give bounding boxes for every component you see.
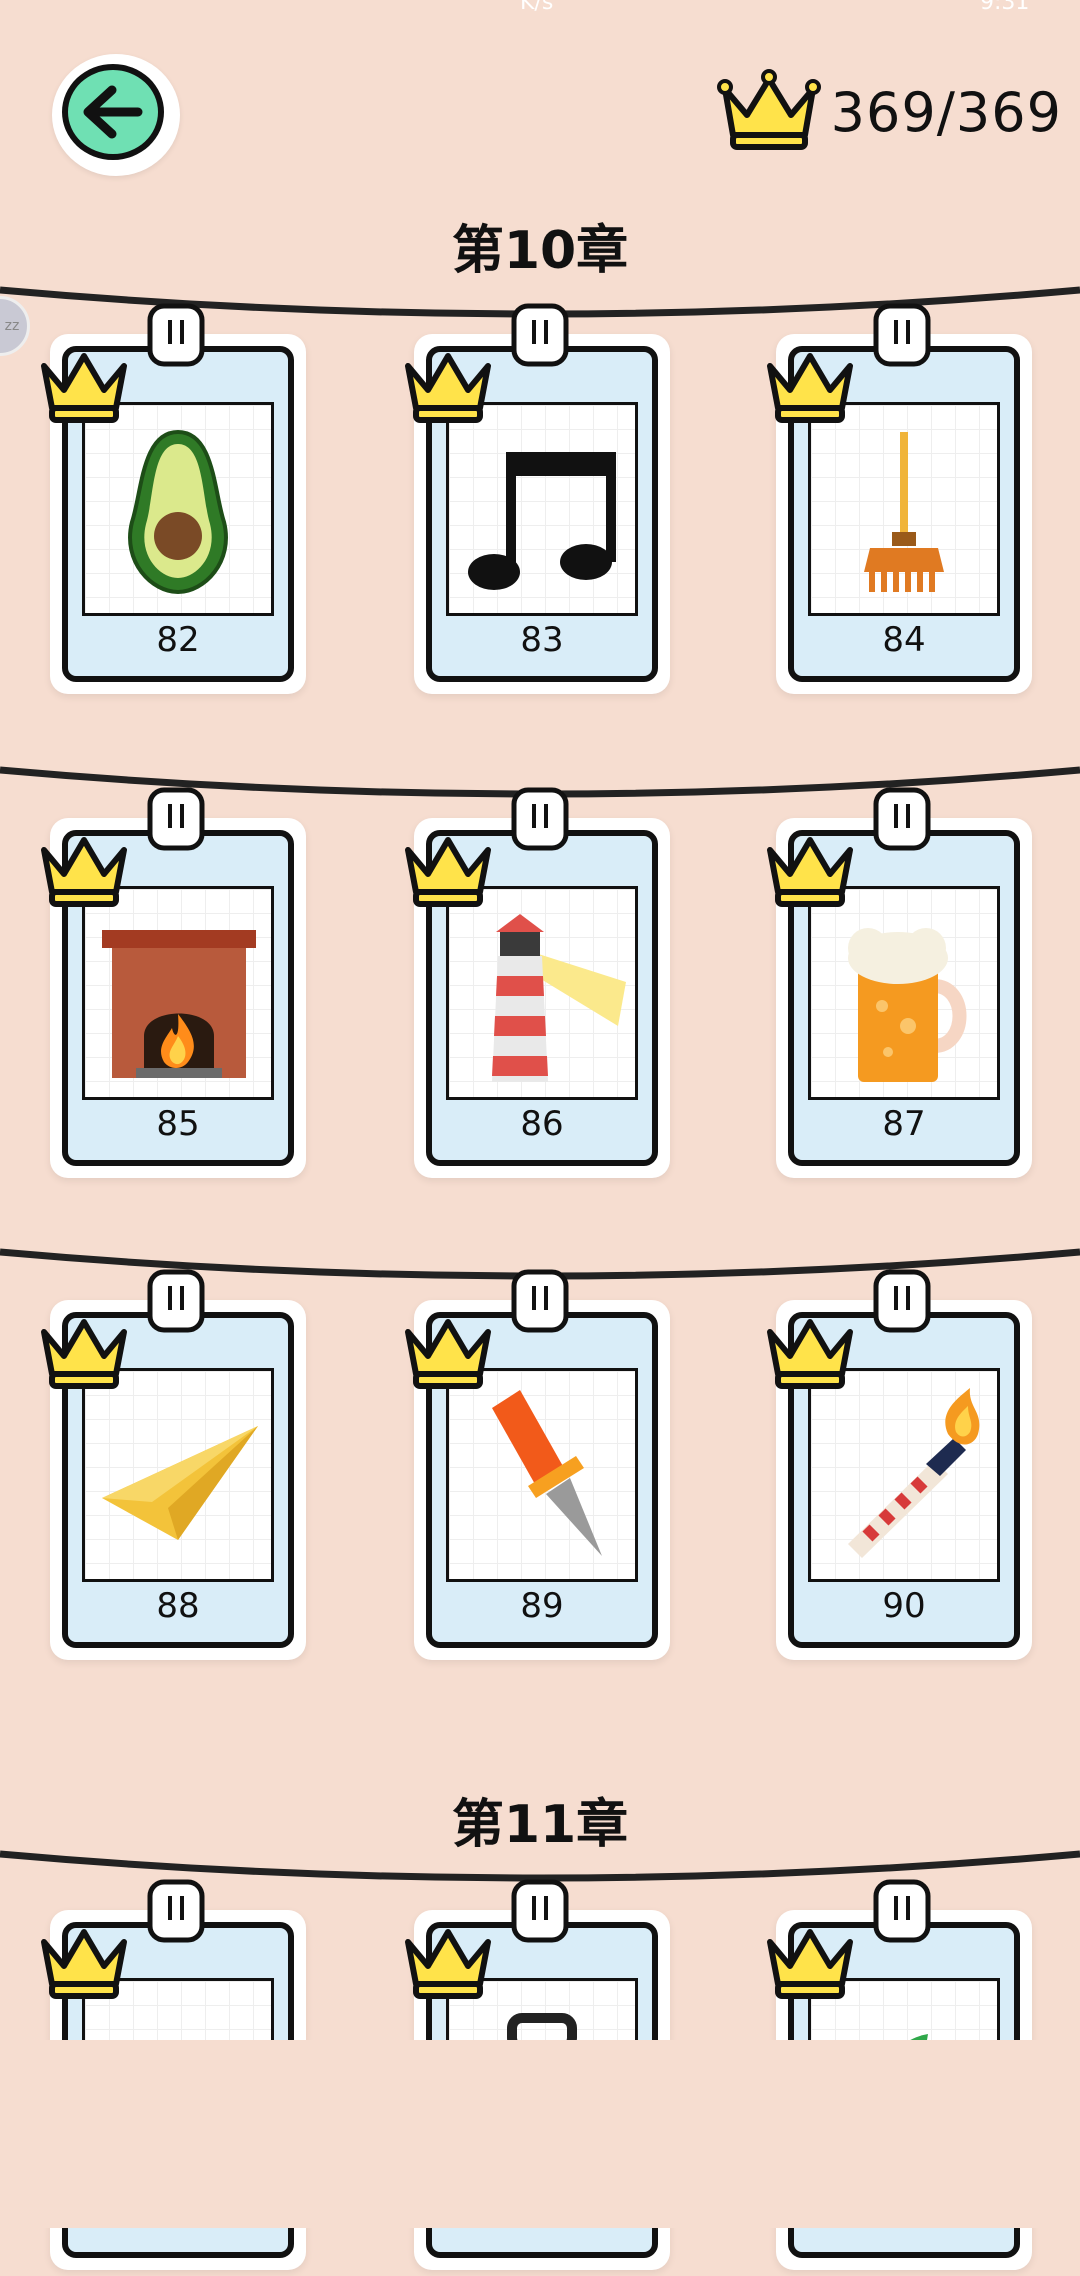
progress-text: 369/369 [830,80,1062,144]
network-speed: K/s [520,0,554,15]
crown-icon [767,1319,853,1389]
level-card-85[interactable]: 85 [40,784,312,1184]
crown-icon [767,1929,853,1999]
clip-icon [873,303,931,367]
crown-icon [767,353,853,423]
clip-icon [873,1879,931,1943]
level-number: 84 [882,620,926,660]
clip-icon [511,1879,569,1943]
crown-icon [405,837,491,907]
clip-icon [511,787,569,851]
torch-icon [848,1388,980,1558]
clip-icon [147,787,205,851]
level-number: 83 [520,620,564,660]
clip-icon [511,1269,569,1333]
clip-icon [147,303,205,367]
level-number: 86 [520,1104,564,1144]
paper-plane-icon [102,1426,258,1540]
crown-icon [41,837,127,907]
clip-icon [873,787,931,851]
level-number: 85 [156,1104,200,1144]
level-card-90[interactable]: 90 [766,1266,1038,1666]
level-number: 88 [156,1586,200,1626]
broom-icon [864,432,944,592]
level-number: 87 [882,1104,926,1144]
level-card-89[interactable]: 89 [404,1266,676,1666]
beer-icon [848,928,967,1082]
crown-icon [41,1319,127,1389]
crown-icon [767,837,853,907]
back-button[interactable] [52,54,180,176]
lighthouse-icon [492,914,626,1082]
status-bar: K/s 9:31 [0,0,1080,22]
level-card-84[interactable]: 84 [766,300,1038,700]
clip-icon [511,303,569,367]
level-card-82[interactable]: 82 [40,300,312,700]
crown-icon [405,1929,491,1999]
crown-icon [41,1929,127,1999]
level-card-83[interactable]: 83 [404,300,676,700]
level-card-88[interactable]: 88 [40,1266,312,1666]
level-card-86[interactable]: 86 [404,784,676,1184]
music-note-icon [468,452,616,590]
push-pin-icon [492,1390,602,1556]
bottom-area [0,2040,1080,2228]
clip-icon [147,1879,205,1943]
level-number: 82 [156,620,200,660]
avocado-icon [128,429,228,595]
crown-icon [41,353,127,423]
level-card-87[interactable]: 87 [766,784,1038,1184]
crown-icon [716,69,821,150]
level-number: 89 [520,1586,564,1626]
chapter-title: 第11章 [451,1795,629,1855]
status-time: 9:31 [980,0,1030,15]
clip-icon [873,1269,931,1333]
fireplace-icon [102,930,256,1078]
crown-icon [405,353,491,423]
level-number: 90 [882,1586,926,1626]
back-arrow-icon [62,64,164,160]
clip-icon [147,1269,205,1333]
crown-progress: 369/369 [716,62,1062,162]
crown-icon [405,1319,491,1389]
